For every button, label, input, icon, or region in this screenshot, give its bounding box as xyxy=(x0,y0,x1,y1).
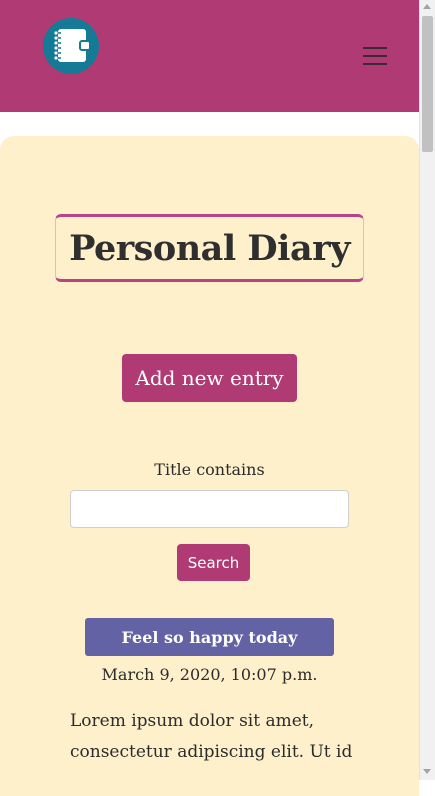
vertical-scrollbar[interactable] xyxy=(419,0,435,780)
diary-notebook-icon xyxy=(54,29,91,62)
diary-card: Personal Diary Add new entry Title conta… xyxy=(0,136,419,796)
search-button[interactable]: Search xyxy=(177,544,250,581)
entry-title-link[interactable]: Feel so happy today xyxy=(85,618,334,656)
scroll-up-arrow-icon[interactable] xyxy=(423,4,431,9)
diary-logo[interactable] xyxy=(43,18,99,74)
page-title: Personal Diary xyxy=(69,227,350,269)
filter-label: Title contains xyxy=(154,460,265,479)
page-title-box: Personal Diary xyxy=(55,214,364,282)
entry-date: March 9, 2020, 10:07 p.m. xyxy=(101,665,318,684)
title-filter-input[interactable] xyxy=(70,490,349,528)
add-entry-button[interactable]: Add new entry xyxy=(122,354,297,402)
menu-toggle-button[interactable] xyxy=(358,42,392,68)
hamburger-menu-icon xyxy=(363,47,387,49)
scroll-down-arrow-icon[interactable] xyxy=(423,769,431,774)
navbar xyxy=(0,0,419,112)
entry-body: Lorem ipsum dolor sit amet, consectetur … xyxy=(70,711,353,762)
scrollbar-thumb[interactable] xyxy=(422,16,433,152)
